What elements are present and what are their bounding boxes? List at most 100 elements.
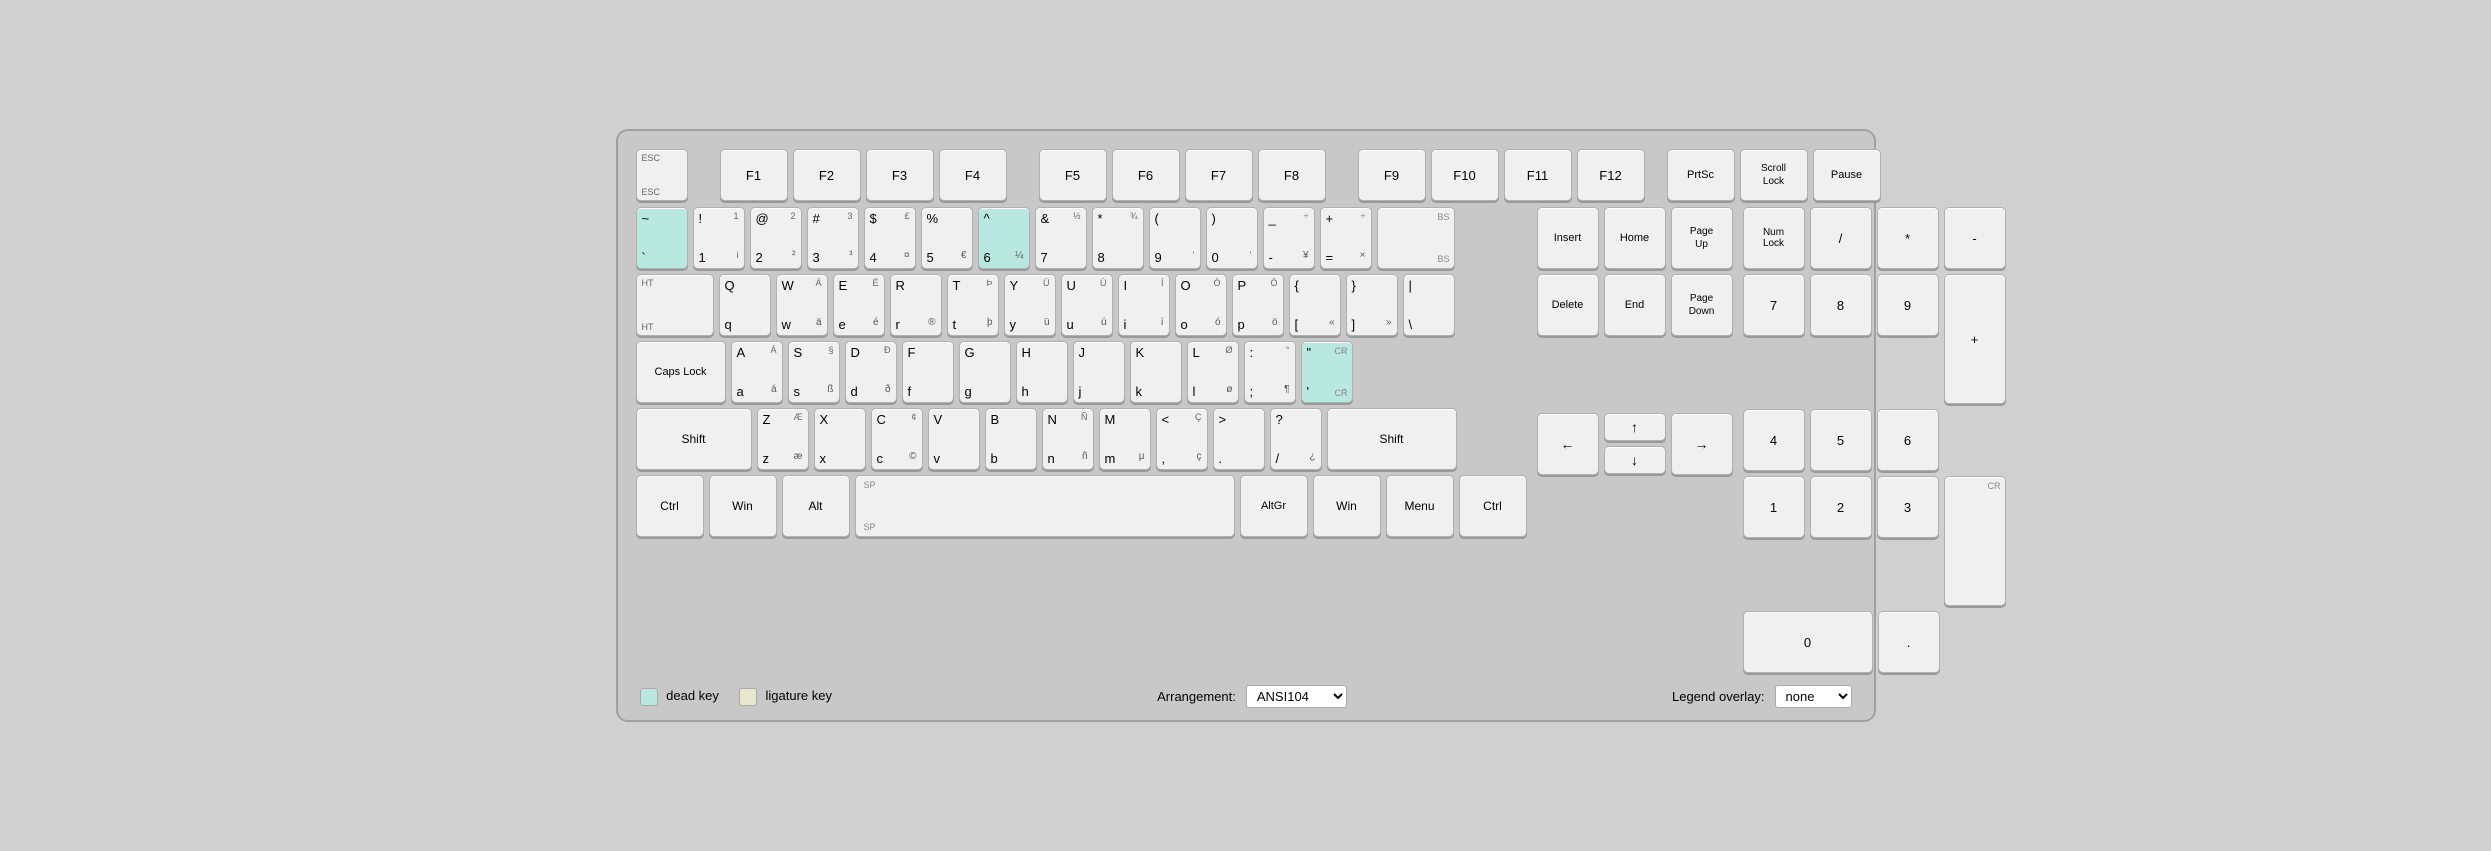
key-r[interactable]: R r® — [890, 274, 942, 336]
key-comma[interactable]: <Ç ,ç — [1156, 408, 1208, 470]
key-g[interactable]: G g — [959, 341, 1011, 403]
key-pagedown[interactable]: PageDown — [1671, 274, 1733, 336]
key-win-right[interactable]: Win — [1313, 475, 1381, 537]
key-f9[interactable]: F9 — [1358, 149, 1426, 201]
key-f4[interactable]: F4 — [939, 149, 1007, 201]
key-backslash[interactable]: | \ — [1403, 274, 1455, 336]
key-z[interactable]: ZÆ zæ — [757, 408, 809, 470]
key-num0[interactable]: 0 — [1743, 611, 1873, 673]
key-capslock[interactable]: Caps Lock — [636, 341, 726, 403]
key-y[interactable]: YÜ yü — [1004, 274, 1056, 336]
key-num7[interactable]: 7 — [1743, 274, 1805, 336]
key-shift-left[interactable]: Shift — [636, 408, 752, 470]
key-d[interactable]: DÐ dð — [845, 341, 897, 403]
key-e[interactable]: EÉ eé — [833, 274, 885, 336]
key-period[interactable]: > . — [1213, 408, 1265, 470]
key-prtsc[interactable]: PrtSc — [1667, 149, 1735, 201]
key-2[interactable]: @2 2² — [750, 207, 802, 269]
key-v[interactable]: V v — [928, 408, 980, 470]
key-home[interactable]: Home — [1604, 207, 1666, 269]
key-m[interactable]: M mµ — [1099, 408, 1151, 470]
key-q[interactable]: Q q — [719, 274, 771, 336]
arrangement-select[interactable]: ANSI104 — [1246, 685, 1347, 708]
key-num-star[interactable]: * — [1877, 207, 1939, 269]
key-semicolon[interactable]: :° ;¶ — [1244, 341, 1296, 403]
key-equals[interactable]: +÷ =× — [1320, 207, 1372, 269]
key-9[interactable]: ( 9' — [1149, 207, 1201, 269]
key-0[interactable]: ) 0' — [1206, 207, 1258, 269]
key-4[interactable]: $£ 4¤ — [864, 207, 916, 269]
key-w[interactable]: WÄ wä — [776, 274, 828, 336]
key-num-enter[interactable]: CR — [1944, 476, 2006, 606]
key-f5[interactable]: F5 — [1039, 149, 1107, 201]
key-numlock[interactable]: NumLock — [1743, 207, 1805, 269]
key-up[interactable]: ↑ — [1604, 413, 1666, 441]
key-num-slash[interactable]: / — [1810, 207, 1872, 269]
key-b[interactable]: B b — [985, 408, 1037, 470]
key-6[interactable]: ^ 6¼ — [978, 207, 1030, 269]
key-f12[interactable]: F12 — [1577, 149, 1645, 201]
key-alt[interactable]: Alt — [782, 475, 850, 537]
key-3[interactable]: #3 3³ — [807, 207, 859, 269]
key-space[interactable]: SP SP — [855, 475, 1235, 537]
key-x[interactable]: X x — [814, 408, 866, 470]
key-f1[interactable]: F1 — [720, 149, 788, 201]
key-slash[interactable]: ? /¿ — [1270, 408, 1322, 470]
key-lbracket[interactable]: { [« — [1289, 274, 1341, 336]
key-o[interactable]: OÓ oó — [1175, 274, 1227, 336]
key-end[interactable]: End — [1604, 274, 1666, 336]
key-t[interactable]: TÞ tþ — [947, 274, 999, 336]
key-f[interactable]: F f — [902, 341, 954, 403]
key-f3[interactable]: F3 — [866, 149, 934, 201]
key-num6[interactable]: 6 — [1877, 409, 1939, 471]
key-a[interactable]: AÁ aá — [731, 341, 783, 403]
key-shift-right[interactable]: Shift — [1327, 408, 1457, 470]
key-rbracket[interactable]: } ]» — [1346, 274, 1398, 336]
key-7[interactable]: &½ 7 — [1035, 207, 1087, 269]
key-down[interactable]: ↓ — [1604, 446, 1666, 474]
key-s[interactable]: S§ sß — [788, 341, 840, 403]
key-scrlk[interactable]: ScrollLock — [1740, 149, 1808, 201]
key-pageup[interactable]: PageUp — [1671, 207, 1733, 269]
key-pause[interactable]: Pause — [1813, 149, 1881, 201]
key-minus[interactable]: _÷ -¥ — [1263, 207, 1315, 269]
key-num2[interactable]: 2 — [1810, 476, 1872, 538]
key-num1[interactable]: 1 — [1743, 476, 1805, 538]
key-1[interactable]: !1 1i — [693, 207, 745, 269]
key-f7[interactable]: F7 — [1185, 149, 1253, 201]
key-num-dot[interactable]: . — [1878, 611, 1940, 673]
key-c[interactable]: C¢ c© — [871, 408, 923, 470]
key-backtick[interactable]: ~ ` — [636, 207, 688, 269]
key-p[interactable]: PÖ pö — [1232, 274, 1284, 336]
key-f11[interactable]: F11 — [1504, 149, 1572, 201]
key-insert[interactable]: Insert — [1537, 207, 1599, 269]
key-num9[interactable]: 9 — [1877, 274, 1939, 336]
key-num8[interactable]: 8 — [1810, 274, 1872, 336]
key-quote[interactable]: ".. '· CR CR — [1301, 341, 1353, 403]
key-k[interactable]: K k — [1130, 341, 1182, 403]
key-5[interactable]: % 5€ — [921, 207, 973, 269]
key-ctrl-left[interactable]: Ctrl — [636, 475, 704, 537]
key-n[interactable]: NÑ nñ — [1042, 408, 1094, 470]
key-tab[interactable]: HT HT — [636, 274, 714, 336]
key-u[interactable]: UÚ uú — [1061, 274, 1113, 336]
key-f10[interactable]: F10 — [1431, 149, 1499, 201]
overlay-select[interactable]: none — [1775, 685, 1852, 708]
key-8[interactable]: *¾ 8 — [1092, 207, 1144, 269]
key-num-minus[interactable]: - — [1944, 207, 2006, 269]
key-num-plus[interactable]: + — [1944, 274, 2006, 404]
key-f8[interactable]: F8 — [1258, 149, 1326, 201]
key-ctrl-right[interactable]: Ctrl — [1459, 475, 1527, 537]
key-delete[interactable]: Delete — [1537, 274, 1599, 336]
key-right[interactable]: → — [1671, 413, 1733, 475]
key-f2[interactable]: F2 — [793, 149, 861, 201]
key-num3[interactable]: 3 — [1877, 476, 1939, 538]
key-f6[interactable]: F6 — [1112, 149, 1180, 201]
key-num4[interactable]: 4 — [1743, 409, 1805, 471]
key-left[interactable]: ← — [1537, 413, 1599, 475]
key-win-left[interactable]: Win — [709, 475, 777, 537]
key-l[interactable]: LØ lø — [1187, 341, 1239, 403]
key-menu[interactable]: Menu — [1386, 475, 1454, 537]
key-backspace[interactable]: BS BS — [1377, 207, 1455, 269]
key-h[interactable]: H h — [1016, 341, 1068, 403]
